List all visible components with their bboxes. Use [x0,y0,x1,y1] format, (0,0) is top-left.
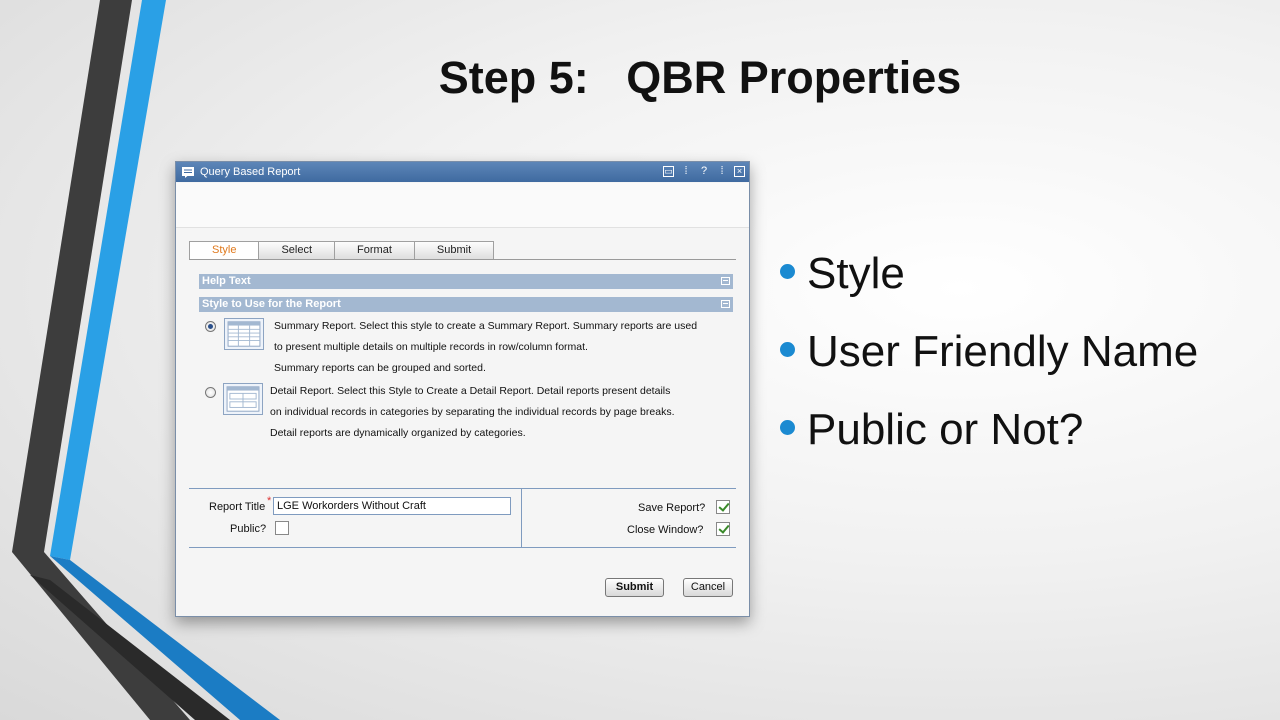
tab-select[interactable]: Select [258,241,336,259]
collapse-icon[interactable] [721,277,730,285]
collapse-icon[interactable] [721,300,730,308]
submit-button[interactable]: Submit [605,578,664,597]
report-title-input[interactable] [273,497,511,515]
bullet-item: Style [780,248,1198,326]
description-line: Summary Report. Select this style to cre… [274,320,698,332]
form-divider [521,489,522,547]
bullet-dot-icon [780,264,795,279]
description-line: to present multiple details on multiple … [274,341,588,353]
detail-report-radio[interactable] [205,387,216,398]
section-title: Style to Use for the Report [202,298,341,310]
report-properties-form: Report Title * Public? Save Report? Clos… [189,488,736,548]
close-icon[interactable]: × [734,166,745,177]
summary-report-thumbnail-icon [224,318,264,350]
bullet-item: User Friendly Name [780,326,1198,404]
required-marker: * [267,495,272,507]
close-window-label: Close Window? [627,524,704,536]
section-title: Help Text [202,275,251,287]
description-line: Detail Report. Select this Style to Crea… [270,385,671,397]
slide-title: Step 5: QBR Properties [438,52,962,103]
description-line: on individual records in categories by s… [270,406,675,418]
public-checkbox[interactable] [275,521,289,535]
bullet-text: Style [807,249,905,298]
tab-underline [189,259,736,260]
summary-report-description: Summary Report. Select this style to cre… [274,316,697,379]
close-window-checkbox[interactable] [716,522,730,536]
summary-report-radio[interactable] [205,321,216,332]
save-report-checkbox[interactable] [716,500,730,514]
tab-submit[interactable]: Submit [413,241,495,259]
save-report-label: Save Report? [638,502,706,514]
bullet-text: Public or Not? [807,405,1084,454]
help-text-section[interactable]: Help Text [199,274,733,289]
separator: ⁞ [720,165,724,177]
restore-icon[interactable]: ▭ [663,166,674,177]
tab-format[interactable]: Format [334,241,415,259]
help-icon[interactable]: ? [698,164,710,179]
report-icon [182,166,194,178]
bullet-text: User Friendly Name [807,327,1199,376]
description-line: Detail reports are dynamically organized… [270,427,526,439]
detail-report-thumbnail-icon [223,383,263,415]
tab-strip: Style Select Format Submit [189,241,495,260]
tab-style[interactable]: Style [189,241,260,260]
query-based-report-window: Query Based Report ▭ ⁞ ? ⁞ × Style Selec… [175,161,750,617]
public-label: Public? [230,523,267,535]
window-title: Query Based Report [200,166,301,178]
report-title-label: Report Title [209,501,266,513]
bullet-list: Style User Friendly Name Public or Not? [780,248,1198,482]
bullet-dot-icon [780,420,795,435]
window-titlebar: Query Based Report ▭ ⁞ ? ⁞ × [176,162,749,182]
description-line: Summary reports can be grouped and sorte… [274,362,486,374]
bullet-dot-icon [780,342,795,357]
detail-report-description: Detail Report. Select this Style to Crea… [270,381,675,444]
toolbar-area [176,183,749,228]
separator: ⁞ [684,165,688,177]
style-section[interactable]: Style to Use for the Report [199,297,733,312]
bullet-item: Public or Not? [780,404,1198,482]
cancel-button[interactable]: Cancel [683,578,733,597]
